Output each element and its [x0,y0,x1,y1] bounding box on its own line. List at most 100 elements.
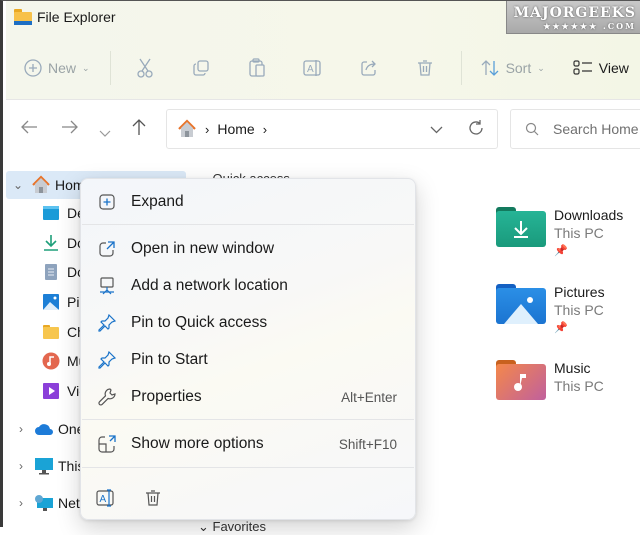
sort-button[interactable]: Sort ⌄ [480,49,545,87]
menu-item-add-network-location[interactable]: Add a network location [85,269,411,303]
svg-text:A: A [307,64,314,75]
chevron-right-icon[interactable]: › [12,496,30,510]
sort-icon [481,60,499,76]
back-button[interactable] [20,119,38,140]
open-new-window-icon [99,241,115,257]
menu-item-shortcut: Alt+Enter [341,389,397,405]
svg-text:A: A [100,494,107,505]
documents-icon [45,264,57,280]
rename-button[interactable]: A [293,49,333,87]
folder-icon [43,325,59,339]
chevron-down-icon: ⌄ [82,62,90,73]
title-bar: File Explorer MAJORGEEKS ★★★★★★ .COM New … [6,1,640,99]
sort-label: Sort [505,60,532,76]
menu-item-pin-quick-access[interactable]: Pin to Quick access [85,306,411,340]
menu-item-properties[interactable]: Properties Alt+Enter [85,380,411,414]
desktop-icon [43,206,59,220]
context-menu: Expand Open in new window Add a network … [80,178,416,520]
recent-locations-button[interactable] [99,122,111,143]
sidebar-item-desktop[interactable]: De [42,199,85,227]
music-folder-icon [496,360,546,400]
pc-icon [35,458,53,475]
wrench-icon [98,388,116,406]
chevron-down-icon[interactable]: ⌄ [9,178,27,192]
menu-item-label: Open in new window [131,240,275,257]
sidebar-item-network[interactable]: › Netv [12,489,87,517]
onedrive-icon [35,424,53,435]
menu-item-show-more-options[interactable]: Show more options Shift+F10 [85,427,411,461]
copy-button[interactable] [181,49,221,87]
chevron-right-icon[interactable]: › [12,459,30,473]
videos-icon [43,383,59,399]
tile-name: Downloads [554,207,624,223]
share-button[interactable] [349,49,389,87]
paste-icon [248,58,265,77]
pinned-icon: 📌 [554,322,568,334]
breadcrumb-separator-icon: › [262,121,268,137]
tile-location: This PC [554,225,604,241]
paste-button[interactable] [237,49,277,87]
chevron-down-icon [430,126,443,134]
back-arrow-icon [21,120,37,134]
expand-icon [99,194,115,210]
new-button[interactable]: New ⌄ [24,49,90,87]
forward-arrow-icon [62,120,78,134]
rename-icon: A [96,489,114,507]
pictures-icon [43,294,59,310]
new-icon [24,59,42,77]
toolbar-divider [109,51,111,85]
address-history-button[interactable] [430,121,443,137]
up-button[interactable] [131,118,147,141]
window-title: File Explorer [14,9,116,25]
show-more-icon [98,435,116,453]
chevron-down-icon: ⌄ [537,62,545,73]
rename-button[interactable]: A [89,481,123,515]
tile-downloads[interactable]: Downloads This PC 📌 [496,207,623,257]
delete-button[interactable] [136,481,170,515]
home-icon [32,175,50,193]
chevron-right-icon[interactable]: › [12,422,30,436]
menu-item-expand[interactable]: Expand [85,185,411,219]
sidebar-item-documents[interactable]: Do [42,258,85,286]
cut-button[interactable] [125,49,165,87]
cut-icon [136,58,153,78]
command-bar: New ⌄ A Sort ⌄ View [24,49,640,87]
menu-item-label: Add a network location [131,277,288,294]
copy-icon [192,60,209,76]
tile-pictures[interactable]: Pictures This PC 📌 [496,284,605,334]
breadcrumb-home[interactable]: Home [217,121,254,137]
sidebar-item-onedrive[interactable]: › One [12,415,84,443]
tile-music[interactable]: Music This PC [496,360,604,400]
refresh-button[interactable] [467,119,485,140]
address-bar[interactable]: › Home › [166,109,498,149]
menu-item-label: Pin to Quick access [131,314,268,331]
pin-icon [98,351,116,369]
sidebar-item-this-pc[interactable]: › This [12,452,84,480]
pin-icon [98,314,116,332]
music-icon [42,352,60,370]
search-box[interactable]: Search Home [510,109,640,149]
search-icon [525,122,539,136]
search-placeholder: Search Home [553,121,639,137]
menu-item-label: Show more options [131,435,264,452]
forward-button[interactable] [61,119,79,140]
tile-location: This PC [554,302,604,318]
home-icon [178,119,196,137]
menu-item-label: Properties [131,388,202,405]
rename-icon: A [302,60,321,76]
menu-item-pin-start[interactable]: Pin to Start [85,343,411,377]
pictures-folder-icon [496,284,546,324]
sidebar-item-folder[interactable]: Ch [42,318,85,346]
sidebar-item-downloads[interactable]: Do [42,229,85,257]
favorites-header[interactable]: ⌄ Favorites [198,519,266,535]
delete-button[interactable] [405,49,445,87]
pinned-icon: 📌 [554,245,568,257]
tile-location: This PC [554,378,604,394]
breadcrumb-separator-icon: › [205,121,210,137]
view-button[interactable]: View [573,49,629,87]
network-location-icon [100,277,114,295]
up-arrow-icon [132,119,146,135]
tile-name: Pictures [554,284,605,300]
menu-item-open-new-window[interactable]: Open in new window [85,232,411,266]
delete-icon [417,60,432,76]
